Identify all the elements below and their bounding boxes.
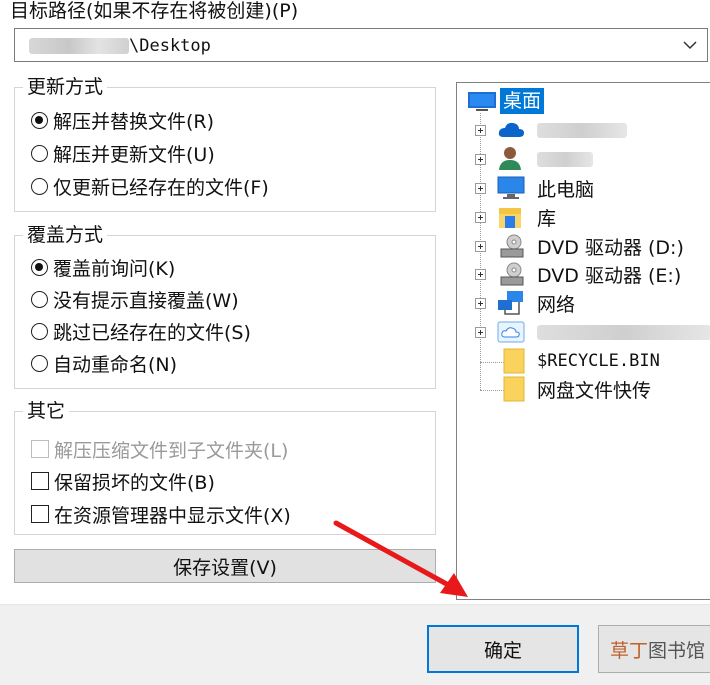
- destination-path-combobox[interactable]: \Desktop: [14, 28, 708, 62]
- expand-plus-icon[interactable]: [475, 240, 486, 252]
- blurred-label: [537, 152, 593, 167]
- library-icon: [497, 204, 525, 230]
- onedrive-cloud-icon: [497, 117, 525, 143]
- radio-skip-existing[interactable]: 跳过已经存在的文件(S): [31, 316, 251, 346]
- tree-item-label: DVD 驱动器 (E:): [537, 264, 682, 287]
- tree-item-dvd-e[interactable]: DVD 驱动器 (E:): [457, 260, 710, 288]
- radio-icon[interactable]: [31, 322, 48, 340]
- expand-plus-icon[interactable]: [475, 268, 486, 280]
- watermark-part1: 草丁: [610, 640, 649, 662]
- option-label: 没有提示直接覆盖(W): [53, 289, 239, 312]
- option-label: 保留损坏的文件(B): [54, 471, 215, 494]
- tree-item-label: 此电脑: [537, 178, 595, 201]
- radio-extract-update[interactable]: 解压并更新文件(U): [31, 138, 215, 168]
- computer-icon: [497, 175, 525, 201]
- overwrite-mode-title: 覆盖方式: [23, 223, 108, 247]
- tree-item-label: 桌面: [500, 88, 545, 114]
- misc-title: 其它: [23, 399, 70, 423]
- annotation-arrow-icon: [333, 520, 468, 597]
- tree-item-library[interactable]: 库: [457, 203, 710, 231]
- expand-plus-icon[interactable]: [475, 211, 486, 223]
- update-mode-group: 更新方式 解压并替换文件(R) 解压并更新文件(U) 仅更新已经存在的文件(F): [14, 75, 436, 212]
- radio-extract-replace[interactable]: 解压并替换文件(R): [31, 105, 214, 135]
- watermark-part2: 图书馆: [648, 640, 706, 662]
- radio-selected-icon[interactable]: [31, 258, 48, 276]
- dvd-drive-icon: [497, 261, 525, 287]
- expand-plus-icon[interactable]: [475, 297, 486, 309]
- option-label: 自动重命名(N): [53, 353, 178, 376]
- tree-item-label: 网络: [537, 293, 576, 316]
- tree-item-network[interactable]: 网络: [457, 289, 710, 317]
- option-label: 覆盖前询问(K): [53, 257, 176, 280]
- radio-overwrite-without-prompt[interactable]: 没有提示直接覆盖(W): [31, 284, 239, 314]
- update-mode-title: 更新方式: [23, 75, 108, 99]
- checkbox-icon[interactable]: [31, 440, 49, 458]
- blurred-label: [537, 325, 710, 340]
- chevron-down-icon[interactable]: [683, 37, 697, 56]
- expand-plus-icon[interactable]: [475, 124, 486, 136]
- ok-button[interactable]: 确定: [427, 625, 579, 673]
- radio-selected-icon[interactable]: [31, 111, 48, 129]
- option-label: 解压并替换文件(R): [53, 110, 215, 133]
- option-label: 在资源管理器中显示文件(X): [54, 504, 291, 527]
- blurred-label: [537, 123, 627, 138]
- radio-icon[interactable]: [31, 354, 48, 372]
- destination-path-text: \Desktop: [129, 36, 211, 56]
- tree-item-label: 网盘文件快传: [537, 379, 652, 402]
- folder-icon: [503, 348, 531, 374]
- radio-icon[interactable]: [31, 177, 48, 195]
- watermark: 草丁图书馆: [610, 636, 705, 663]
- dvd-drive-icon: [497, 233, 525, 259]
- desktop-icon: [467, 90, 497, 112]
- option-label: 解压并更新文件(U): [53, 143, 215, 166]
- tree-item-dvd-d[interactable]: DVD 驱动器 (D:): [457, 232, 710, 260]
- destination-path-label: 目标路径(如果不存在将被创建)(P): [10, 0, 299, 22]
- overwrite-mode-group: 覆盖方式 覆盖前询问(K) 没有提示直接覆盖(W) 跳过已经存在的文件(S) 自…: [14, 223, 436, 389]
- tree-item-this-pc[interactable]: 此电脑: [457, 174, 710, 202]
- option-label: 仅更新已经存在的文件(F): [53, 176, 269, 199]
- tree-item-label: 库: [537, 207, 557, 230]
- expand-plus-icon[interactable]: [475, 326, 486, 338]
- checkbox-icon[interactable]: [31, 472, 49, 490]
- user-icon: [497, 145, 525, 171]
- tree-item-netdisk-transfer[interactable]: 网盘文件快传: [457, 375, 710, 403]
- folder-tree[interactable]: 桌面 此电脑 库 DVD 驱动器 (D:) DVD 驱动器 (E:) 网络 $R…: [456, 82, 710, 600]
- icloud-drive-icon: [497, 319, 525, 345]
- tree-item-onedrive[interactable]: [457, 116, 710, 144]
- tree-item-recycle-bin[interactable]: $RECYCLE.BIN: [457, 347, 710, 375]
- radio-icon[interactable]: [31, 290, 48, 308]
- expand-plus-icon[interactable]: [475, 182, 486, 194]
- option-label: 解压压缩文件到子文件夹(L): [54, 439, 289, 462]
- checkbox-show-in-explorer[interactable]: 在资源管理器中显示文件(X): [31, 499, 291, 529]
- radio-auto-rename[interactable]: 自动重命名(N): [31, 348, 177, 378]
- blurred-username: [29, 38, 129, 54]
- expand-plus-icon[interactable]: [475, 153, 486, 165]
- radio-ask-before-overwrite[interactable]: 覆盖前询问(K): [31, 252, 175, 282]
- radio-icon[interactable]: [31, 144, 48, 162]
- tree-item-label: $RECYCLE.BIN: [537, 351, 660, 371]
- radio-update-existing[interactable]: 仅更新已经存在的文件(F): [31, 171, 269, 201]
- tree-item-label: DVD 驱动器 (D:): [537, 236, 684, 259]
- tree-item-icloud[interactable]: [457, 318, 710, 346]
- checkbox-extract-to-subfolder[interactable]: 解压压缩文件到子文件夹(L): [31, 434, 288, 464]
- checkbox-icon[interactable]: [31, 505, 49, 523]
- checkbox-keep-broken-files[interactable]: 保留损坏的文件(B): [31, 466, 215, 496]
- tree-item-user[interactable]: [457, 145, 710, 173]
- folder-icon: [503, 376, 531, 402]
- tree-item-desktop[interactable]: 桌面: [457, 87, 710, 115]
- option-label: 跳过已经存在的文件(S): [53, 321, 251, 344]
- network-icon: [497, 290, 525, 316]
